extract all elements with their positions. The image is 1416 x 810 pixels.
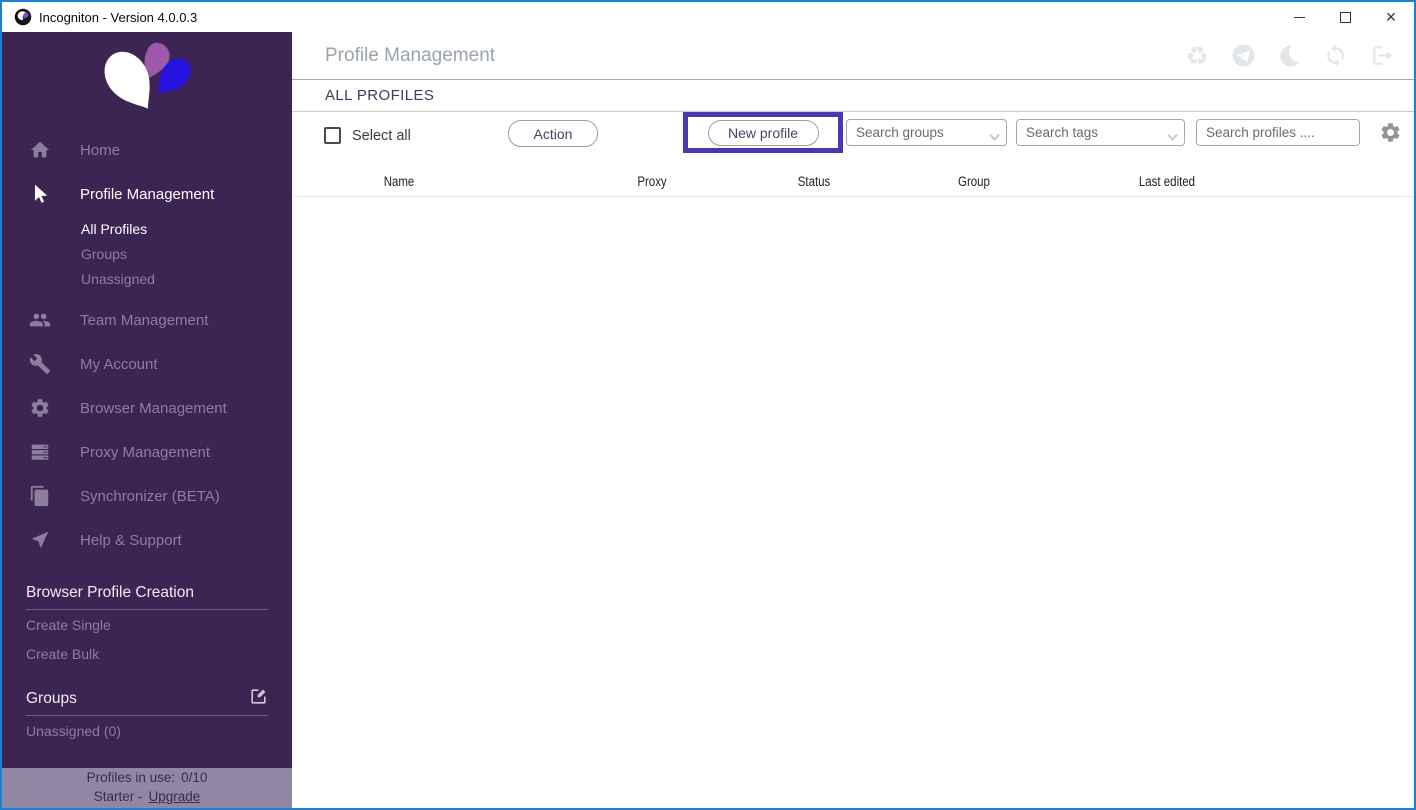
wrench-icon (29, 353, 51, 375)
sync-refresh-icon[interactable] (1322, 43, 1348, 69)
maximize-button[interactable] (1322, 2, 1368, 32)
sidebar-item-help-support[interactable]: Help & Support (2, 518, 292, 562)
sidebar-footer: Profiles in use: 0/10 Starter - Upgrade (2, 768, 292, 808)
sidebar-subitem-all-profiles[interactable]: All Profiles (81, 216, 292, 241)
tab-all-profiles[interactable]: ALL PROFILES (325, 87, 434, 104)
groups-heading: Groups (26, 686, 268, 716)
titlebar: Incogniton - Version 4.0.0.3 × (2, 2, 1414, 32)
edit-groups-icon[interactable] (249, 687, 268, 711)
action-button[interactable]: Action (508, 120, 598, 147)
select-all-control[interactable]: Select all (324, 127, 411, 144)
app-icon (14, 8, 32, 26)
table-settings-gear-icon[interactable] (1379, 121, 1402, 144)
browser-profile-creation-heading: Browser Profile Creation (26, 580, 268, 610)
search-groups-select[interactable] (846, 119, 1007, 146)
main-header: Profile Management ♻ (292, 32, 1414, 80)
browser-profile-creation-section: Browser Profile Creation Create Single C… (2, 580, 292, 668)
team-icon (29, 309, 51, 331)
gear-icon (29, 397, 51, 419)
send-icon (29, 529, 51, 551)
new-profile-button[interactable]: New profile (707, 119, 819, 146)
section-heading-label: Browser Profile Creation (26, 583, 194, 601)
select-all-checkbox[interactable] (324, 127, 341, 144)
window-title: Incogniton - Version 4.0.0.3 (39, 9, 198, 25)
search-tags-input[interactable] (1016, 119, 1185, 146)
sidebar-item-browser-management[interactable]: Browser Management (2, 386, 292, 430)
home-icon (29, 139, 51, 161)
sidebar-item-profile-management[interactable]: Profile Management (2, 172, 292, 216)
tab-row: ALL PROFILES (292, 80, 1414, 112)
sidebar-item-create-bulk[interactable]: Create Bulk (26, 639, 268, 668)
sidebar: Home Profile Management All Profiles Gro… (2, 32, 292, 808)
dark-mode-moon-icon[interactable] (1276, 43, 1302, 69)
sidebar-item-my-account[interactable]: My Account (2, 342, 292, 386)
sidebar-item-label: Proxy Management (80, 443, 211, 461)
select-all-label: Select all (352, 127, 411, 144)
column-header-group[interactable]: Group (958, 174, 990, 189)
profiles-toolbar: Select all Action New profile (292, 112, 1414, 172)
sidebar-item-home[interactable]: Home (2, 128, 292, 172)
sidebar-item-label: Profile Management (80, 185, 215, 203)
sidebar-subitem-unassigned[interactable]: Unassigned (81, 266, 292, 291)
groups-section: Groups Unassigned (0) (2, 686, 292, 745)
logout-icon[interactable] (1368, 43, 1394, 69)
sidebar-item-label: Home (80, 141, 121, 159)
profiles-in-use-value: 0/10 (181, 770, 208, 786)
sidebar-item-label: Browser Management (80, 399, 227, 417)
app-body: Home Profile Management All Profiles Gro… (2, 32, 1414, 808)
maximize-icon (1339, 11, 1351, 23)
header-action-icons: ♻ (1184, 43, 1394, 69)
new-profile-highlight: New profile (683, 112, 843, 153)
sidebar-item-group-unassigned[interactable]: Unassigned (0) (26, 716, 268, 745)
layers-icon (29, 485, 51, 507)
search-profiles-field[interactable] (1196, 119, 1360, 146)
page-title: Profile Management (325, 44, 496, 66)
minimize-button[interactable] (1276, 2, 1322, 32)
telegram-send-icon[interactable] (1230, 43, 1256, 69)
sidebar-item-create-single[interactable]: Create Single (26, 610, 268, 639)
column-header-proxy[interactable]: Proxy (637, 174, 666, 189)
search-profiles-input[interactable] (1196, 119, 1360, 146)
close-icon: × (1385, 7, 1397, 27)
window-controls: × (1276, 2, 1414, 32)
sidebar-item-label: Help & Support (80, 531, 182, 549)
column-header-last-edited[interactable]: Last edited (1139, 174, 1195, 189)
sidebar-item-label: Synchronizer (BETA) (80, 487, 220, 505)
profiles-in-use-label: Profiles in use: (86, 770, 176, 786)
profile-management-sublist: All Profiles Groups Unassigned (2, 216, 292, 291)
close-button[interactable]: × (1368, 2, 1414, 32)
profiles-table-header: Name Proxy Status Group Last edited (292, 172, 1414, 197)
sidebar-item-team-management[interactable]: Team Management (2, 298, 292, 342)
sidebar-item-label: My Account (80, 355, 158, 373)
search-groups-input[interactable] (846, 119, 1007, 146)
sidebar-item-synchronizer[interactable]: Synchronizer (BETA) (2, 474, 292, 518)
app-window: Incogniton - Version 4.0.0.3 × Home Prof… (0, 0, 1416, 810)
sidebar-item-proxy-management[interactable]: Proxy Management (2, 430, 292, 474)
incogniton-logo (2, 32, 292, 128)
sidebar-item-label: Team Management (80, 311, 209, 329)
upgrade-link[interactable]: Upgrade (148, 788, 200, 807)
column-header-name[interactable]: Name (384, 174, 415, 189)
main-content: Profile Management ♻ ALL PROFILES Select… (292, 32, 1414, 808)
minimize-icon (1293, 16, 1305, 18)
column-header-status[interactable]: Status (798, 174, 831, 189)
section-heading-label: Groups (26, 689, 77, 707)
profiles-table-body-empty (292, 197, 1414, 808)
server-icon (29, 441, 51, 463)
search-tags-select[interactable] (1016, 119, 1185, 146)
recycle-icon[interactable]: ♻ (1184, 43, 1210, 69)
plan-label: Starter - (93, 789, 143, 804)
cursor-icon (29, 183, 51, 205)
sidebar-subitem-groups[interactable]: Groups (81, 241, 292, 266)
